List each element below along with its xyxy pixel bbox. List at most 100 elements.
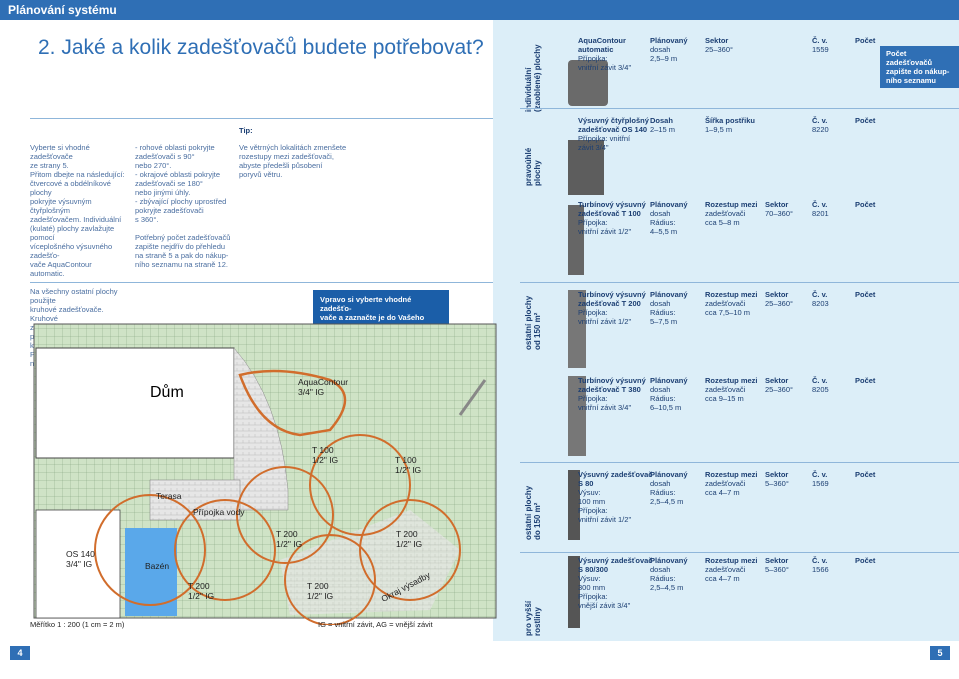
- text-line: pokryjte výsuvným čtyřplošným: [30, 197, 92, 215]
- legend-note: IG = vnitřní závit, AG = vnější závit: [318, 620, 433, 629]
- scale-note: Měřítko 1 : 200 (1 cm = 2 m): [30, 620, 125, 629]
- product-spec: Sektor 25–360°: [705, 36, 734, 54]
- product-spec: Rozestup mezi zadešťovači cca 9–15 m: [705, 376, 758, 403]
- product-sector: Sektor 25–360°: [765, 290, 794, 308]
- page-number-right: 5: [930, 646, 950, 660]
- product-number: Č. v. 8201: [812, 200, 829, 218]
- tip-label: Tip:: [239, 126, 253, 135]
- text-line: zadešťovačem. Individuální: [30, 215, 122, 224]
- text-line: víceplošného výsuvného zadešťo-: [30, 242, 113, 260]
- text-line: [135, 224, 235, 233]
- product-reach: Plánovaný dosah Rádius: 5–7,5 m: [650, 290, 688, 326]
- product-sector: Sektor 70–360°: [765, 200, 794, 218]
- count-tag: Počet zadešťovačů zapište do nákup-ního s…: [880, 46, 959, 88]
- label-t100-a: T 100 1/2" IG: [312, 445, 339, 465]
- product-count: Počet: [855, 376, 876, 385]
- text-line: pokryjte zadešťovači: [135, 206, 204, 215]
- product-count: Počet: [855, 556, 876, 565]
- product-name: AquaContour automatic Přípojka: vnitřní záv…: [578, 36, 632, 72]
- product-sector: Sektor 5–360°: [765, 556, 789, 574]
- product-name: Výsuvný zadešťovač S 80/300 Výsuv: 300 mm Př…: [578, 556, 653, 610]
- product-number: Č. v. 1569: [812, 470, 829, 488]
- text-line: - okrajové oblasti pokryjte: [135, 170, 221, 179]
- product-spec: Rozestup mezi zadešťovači cca 4–7 m: [705, 470, 758, 497]
- product-reach: Plánovaný dosah 2,5–9 m: [650, 36, 688, 63]
- text-line: (kulaté) plochy zavlažujte pomocí: [30, 224, 115, 242]
- divider: [520, 108, 959, 109]
- text-line: [30, 278, 130, 287]
- intro-column-2: - rohové oblasti pokryjte zadešťovači s …: [135, 143, 235, 269]
- product-count: Počet: [855, 470, 876, 479]
- divider: [520, 282, 959, 283]
- product-spec: Šířka postřiku 1–9,5 m: [705, 116, 756, 134]
- text-line: Přitom dbejte na následující:: [30, 170, 125, 179]
- section-individual: individuální (zaoblené) plochy: [524, 44, 542, 112]
- text-line: - zbývající plochy uprostřed: [135, 197, 227, 206]
- product-name: Výsuvný zadešťovač S 80 Výsuv: 100 mm Přípoj…: [578, 470, 653, 524]
- text-line: zapište nejdřív do přehledu: [135, 242, 226, 251]
- product-reach: Plánovaný dosah Rádius: 2,5–4,5 m: [650, 556, 688, 592]
- divider: [520, 462, 959, 463]
- text-line: nebo 270°.: [135, 161, 172, 170]
- product-count: Počet: [855, 200, 876, 209]
- product-reach: Plánovaný dosah Rádius: 2,5–4,5 m: [650, 470, 688, 506]
- text-line: poryvů větru.: [239, 170, 283, 179]
- house-label: Dům: [150, 384, 184, 401]
- top-header-bar: Plánování systému: [0, 0, 959, 20]
- product-sector: Sektor 25–360°: [765, 376, 794, 394]
- terrace-label: Terasa: [156, 491, 182, 501]
- product-spec: Rozestup mezi zadešťovači cca 4–7 m: [705, 556, 758, 583]
- divider: [520, 552, 959, 553]
- page-number-left: 4: [10, 646, 30, 660]
- section-tall: pro vyšší rostliny: [524, 600, 542, 636]
- pool-label: Bazén: [145, 561, 170, 571]
- text-line: zadešťovači se 180°: [135, 179, 203, 188]
- product-name: Výsuvný čtyřplošný zadešťovač OS 140 Přípo…: [578, 116, 649, 152]
- label-t200-c: T 200 1/2" IG: [188, 581, 215, 601]
- tip-text: Ve větrných lokalitách zmenšete rozestupy…: [239, 143, 349, 179]
- product-count: Počet: [855, 116, 876, 125]
- product-reach: Plánovaný dosah Rádius: 4–5,5 m: [650, 200, 688, 236]
- text-line: na straně 5 a pak do nákup-: [135, 251, 229, 260]
- text-line: automatic.: [30, 269, 65, 278]
- text-line: ze strany 5.: [30, 161, 69, 170]
- label-t200-d: T 200 1/2" IG: [307, 581, 334, 601]
- label-aquacontour: AquaContour 3/4" IG: [298, 377, 349, 397]
- text-line: - rohové oblasti pokryjte: [135, 143, 215, 152]
- product-sector: Sektor 5–360°: [765, 470, 789, 488]
- product-count: Počet: [855, 36, 876, 45]
- product-name: Turbínový výsuvný zadešťovač T 100 Přípojk…: [578, 200, 646, 236]
- label-os140: OS 140 3/4" IG: [66, 549, 95, 569]
- divider: [30, 118, 493, 119]
- product-number: Č. v. 1559: [812, 36, 829, 54]
- product-spec: Rozestup mezi zadešťovači cca 7,5–10 m: [705, 290, 758, 317]
- text-line: nebo jinými úhly.: [135, 188, 191, 197]
- product-number: Č. v. 1566: [812, 556, 829, 574]
- text-line: ního seznamu na straně 12.: [135, 260, 228, 269]
- text-line: rozestupy mezi zadešťovači,: [239, 152, 334, 161]
- section-other-small: ostatní plochy do 150 m²: [524, 485, 542, 540]
- text-line: Na všechny ostatní plochy použijte: [30, 287, 118, 305]
- house-area: [35, 347, 235, 459]
- text-line: abyste předešli působení: [239, 161, 323, 170]
- label-t200-b: T 200 1/2" IG: [396, 529, 423, 549]
- header-title: Plánování systému: [8, 3, 117, 17]
- water-connection-label: Přípojka vody: [193, 507, 245, 517]
- product-count: Počet: [855, 290, 876, 299]
- text-line: s 360°.: [135, 215, 159, 224]
- product-number: Č. v. 8203: [812, 290, 829, 308]
- product-number: Č. v. 8220: [812, 116, 829, 134]
- section-other: ostatní plochy od 150 m²: [524, 295, 542, 350]
- product-name: Turbínový výsuvný zadešťovač T 200 Přípojk…: [578, 290, 646, 326]
- label-t100-b: T 100 1/2" IG: [395, 455, 422, 475]
- product-spec: Rozestup mezi zadešťovači cca 5–8 m: [705, 200, 758, 227]
- text-line: zadešťovači s 90°: [135, 152, 195, 161]
- section-rect: pravoúhlé plochy: [524, 147, 542, 186]
- text-line: Vyberte si vhodné zadešťovače: [30, 143, 90, 161]
- product-name: Turbínový výsuvný zadešťovač T 380 Přípojk…: [578, 376, 646, 412]
- text-line: vače AquaContour: [30, 260, 92, 269]
- product-number: Č. v. 8205: [812, 376, 829, 394]
- page-headline: 2. Jaké a kolik zadešťovačů budete potře…: [38, 36, 484, 59]
- text-line: Potřebný počet zadešťovačů: [135, 233, 231, 242]
- text-line: čtvercové a obdélníkové plochy: [30, 179, 111, 197]
